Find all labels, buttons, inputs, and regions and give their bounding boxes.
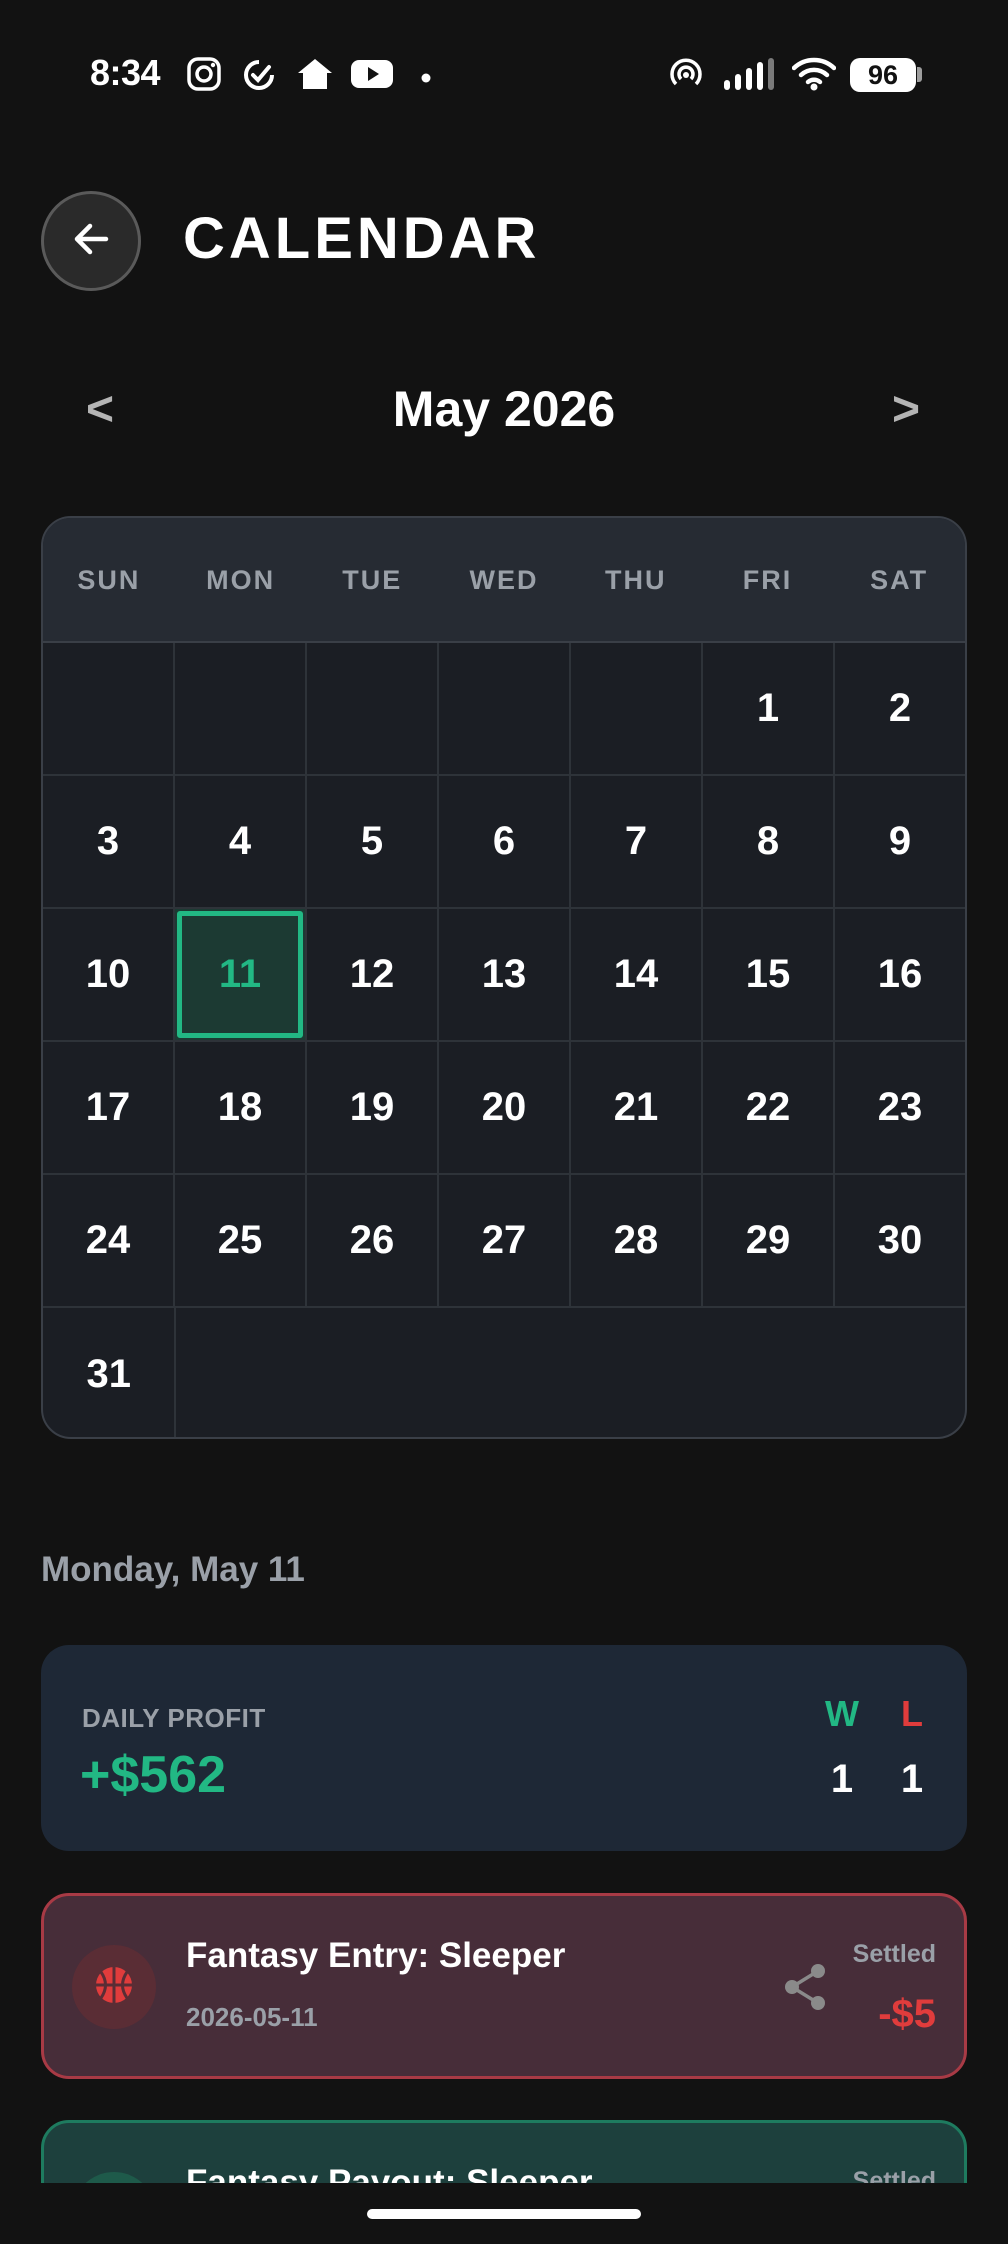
- day-cell[interactable]: 9: [835, 776, 965, 907]
- day-cell[interactable]: 14: [571, 909, 703, 1040]
- daily-profit-label: DAILY PROFIT: [82, 1703, 266, 1733]
- transaction-status: Settled: [852, 1940, 936, 1968]
- day-cell[interactable]: 13: [439, 909, 571, 1040]
- day-cell[interactable]: 23: [835, 1042, 965, 1173]
- day-cell[interactable]: 24: [43, 1175, 175, 1306]
- day-cell[interactable]: 18: [175, 1042, 307, 1173]
- transaction-date: 2026-05-11: [186, 2002, 318, 2032]
- daily-profit-card: DAILY PROFIT +$562 W 1 L 1: [41, 1645, 967, 1851]
- day-cell[interactable]: 6: [439, 776, 571, 907]
- wins-label: W: [825, 1693, 859, 1734]
- transaction-title: Fantasy Entry: Sleeper: [186, 1936, 566, 1975]
- signal-icon: [722, 56, 778, 97]
- selected-date-heading: Monday, May 11: [41, 1550, 305, 1589]
- weekday-label: MON: [206, 565, 276, 595]
- dot-icon: [421, 70, 431, 88]
- wifi-icon: [791, 56, 837, 97]
- weekday-label: WED: [469, 565, 539, 595]
- day-cell[interactable]: 4: [175, 776, 307, 907]
- day-cell[interactable]: 30: [835, 1175, 965, 1306]
- losses-column: L 1: [887, 1693, 937, 1802]
- home-indicator[interactable]: [367, 2209, 641, 2219]
- empty-day-cell: [571, 643, 703, 774]
- calendar-week-row: 17 18 19 20 21 22 23: [43, 1042, 965, 1175]
- home-icon: [296, 56, 334, 97]
- day-cell[interactable]: 5: [307, 776, 439, 907]
- calendar-week-row: 31: [43, 1308, 965, 1437]
- day-cell[interactable]: 12: [307, 909, 439, 1040]
- daily-profit-value: +$562: [80, 1746, 227, 1804]
- hotspot-icon: [668, 56, 704, 97]
- calendar-week-row: 24 25 26 27 28 29 30: [43, 1175, 965, 1308]
- sync-icon: [240, 56, 278, 99]
- share-icon[interactable]: [780, 1961, 830, 2018]
- day-cell[interactable]: 19: [307, 1042, 439, 1173]
- day-cell[interactable]: 20: [439, 1042, 571, 1173]
- status-time: 8:34: [90, 52, 161, 93]
- losses-label: L: [901, 1693, 923, 1734]
- weekday-label: SUN: [77, 565, 141, 595]
- transaction-amount: -$5: [878, 1992, 936, 2036]
- calendar-grid: SUN MON TUE WED THU FRI SAT 1 2 3 4 5 6 7 8 9 10 11 12 13 1…: [41, 516, 967, 1439]
- calendar-weeks: 1 2 3 4 5 6 7 8 9 10 11 12 13 14 15 16 17 18 19 20 21 22 23 24 2…: [43, 643, 965, 1437]
- empty-day-cell: [175, 643, 307, 774]
- arrow-left-icon: [70, 218, 112, 265]
- weekday-label: TUE: [342, 565, 403, 595]
- weekday-header: SUN MON TUE WED THU FRI SAT: [43, 518, 965, 643]
- day-cell[interactable]: 8: [703, 776, 835, 907]
- next-month-button[interactable]: >: [876, 382, 936, 437]
- day-cell[interactable]: 21: [571, 1042, 703, 1173]
- day-cell[interactable]: 28: [571, 1175, 703, 1306]
- wins-column: W 1: [817, 1693, 867, 1802]
- day-cell[interactable]: 17: [43, 1042, 175, 1173]
- day-cell[interactable]: 2: [835, 643, 965, 774]
- page-title: CALENDAR: [183, 206, 541, 271]
- weekday-label: THU: [604, 565, 667, 595]
- day-cell[interactable]: 25: [175, 1175, 307, 1306]
- back-button[interactable]: [41, 191, 141, 291]
- basketball-icon: [92, 1963, 136, 2012]
- calendar-week-row: 10 11 12 13 14 15 16: [43, 909, 965, 1042]
- day-cell[interactable]: 26: [307, 1175, 439, 1306]
- transaction-icon-badge: [72, 1945, 156, 2029]
- calendar-week-row: 3456789: [43, 776, 965, 909]
- day-cell[interactable]: 16: [835, 909, 965, 1040]
- empty-day-cell: [43, 643, 175, 774]
- weekday-label: SAT: [870, 565, 929, 595]
- day-cell[interactable]: 7: [571, 776, 703, 907]
- day-cell[interactable]: 10: [43, 909, 175, 1040]
- day-cell[interactable]: 31: [43, 1308, 177, 1437]
- wins-count: 1: [830, 1757, 854, 1801]
- day-cell[interactable]: 1: [703, 643, 835, 774]
- day-cell-today[interactable]: 11: [175, 909, 307, 1040]
- empty-day-cell: [307, 643, 439, 774]
- calendar-week-row: 12: [43, 643, 965, 776]
- battery-tip: [917, 67, 922, 82]
- month-label: May 2026: [392, 381, 616, 437]
- day-cell[interactable]: 22: [703, 1042, 835, 1173]
- weekday-label: FRI: [742, 565, 793, 595]
- day-cell[interactable]: 29: [703, 1175, 835, 1306]
- day-cell[interactable]: 15: [703, 909, 835, 1040]
- empty-day-area: [176, 1308, 965, 1437]
- losses-count: 1: [900, 1757, 924, 1801]
- status-bar: 8:34 96: [0, 0, 1008, 150]
- instagram-icon: [186, 56, 222, 97]
- transaction-card[interactable]: Fantasy Entry: Sleeper 2026-05-11 Settle…: [41, 1893, 967, 2079]
- day-cell[interactable]: 3: [43, 776, 175, 907]
- empty-day-cell: [439, 643, 571, 774]
- day-cell[interactable]: 27: [439, 1175, 571, 1306]
- youtube-icon: [350, 56, 394, 97]
- battery-indicator: 96: [850, 58, 916, 92]
